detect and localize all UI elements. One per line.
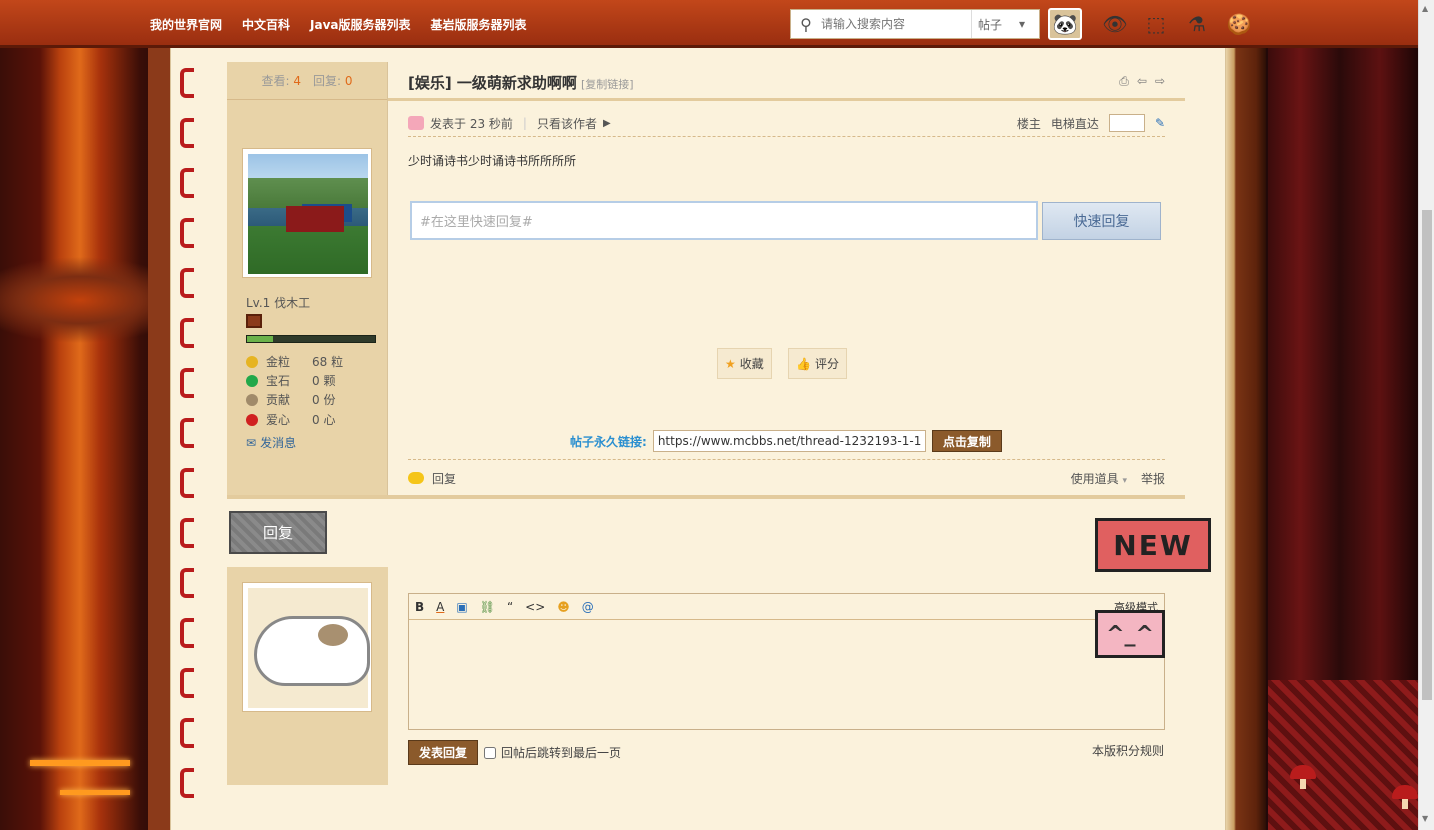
new-badge: NEW [1095,518,1211,572]
jump-last-page-option[interactable]: 回帖后跳转到最后一页 [484,744,621,761]
jump-last-page-checkbox[interactable] [484,746,496,759]
bold-icon[interactable]: B [415,600,424,614]
book-right-edge [1226,48,1266,830]
rate-button[interactable]: 👍 评分 [788,348,847,379]
cube-icon[interactable]: ⬚ [1139,8,1173,40]
thread-title: [娱乐] 一级萌新求助啊啊 [复制链接] [408,74,634,92]
netherrack-decoration [1268,680,1418,830]
post-footer: 回复 使用道具 ▾ 举报 [408,459,1165,496]
scroll-up-arrow-icon[interactable]: ▲ [1422,4,1428,13]
image-icon[interactable]: ▣ [456,600,467,614]
nav-link-bedrock-servers[interactable]: 基岩版服务器列表 [431,16,527,33]
quote-icon[interactable]: “ [507,600,513,614]
nav-link-wiki[interactable]: 中文百科 [242,16,290,33]
emoji-icon[interactable]: ☻ [557,600,570,614]
pig-icon [408,116,424,130]
reply-editor[interactable]: B A ▣ ⛓ “ <> ☻ @ 高级模式 [408,593,1165,730]
quick-reply-input[interactable]: #在这里快速回复# [410,201,1038,240]
my-avatar [242,582,372,712]
font-color-icon[interactable]: A [436,600,444,614]
scroll-down-arrow-icon[interactable]: ▼ [1422,814,1428,823]
prev-thread-icon[interactable]: ⇦ [1137,74,1147,89]
report-link[interactable]: 举报 [1141,470,1165,487]
scrollbar[interactable]: ▲ ▼ [1418,0,1434,830]
rules-link[interactable]: 本版积分规则 [1092,742,1164,759]
author-sidebar: 查看: 4 回复: 0 Lv.1 伐木工 金粒 68 粒 宝石 0 颗 贡献 0 份 … [227,62,388,496]
code-icon[interactable]: <> [525,600,545,614]
nav-link-minecraft[interactable]: 我的世界官网 [150,16,222,33]
search-scope-select[interactable]: 帖子 ▾ [971,10,1031,38]
stat-love: 爱心 0 心 [246,411,335,428]
elevator-label: 电梯直达 [1050,116,1099,131]
post-main: [娱乐] 一级萌新求助啊啊 [复制链接] ⎙ ⇦ ⇨ 发表于 23 秒前 | 只看… [388,62,1185,496]
search-box: ⚲ 帖子 ▾ [790,9,1040,39]
submit-reply-button[interactable]: 发表回复 [408,740,478,765]
nav-link-java-servers[interactable]: Java版服务器列表 [310,16,410,33]
stat-contribution: 贡献 0 份 [246,391,335,408]
reply-link[interactable]: 回复 [432,470,456,487]
permalink-row: 帖子永久链接: 点击复制 [570,430,1002,452]
thumbs-up-icon: 👍 [796,356,811,371]
quick-reply-button[interactable]: 快速回复 [1042,202,1161,240]
eye-icon[interactable]: 👁 [1098,8,1132,40]
search-scope-label: 帖子 [978,17,1003,32]
print-icon[interactable]: ⎙ [1119,74,1129,89]
cookie-icon[interactable]: 🍪 [1222,8,1256,40]
caret-right-icon: ▶ [602,117,611,129]
speech-bubble-icon [408,472,424,484]
permalink-input[interactable] [652,430,926,452]
user-avatar-icon[interactable]: 🐼 [1048,8,1082,40]
use-tool-menu[interactable]: 使用道具 ▾ [1071,470,1127,487]
next-thread-icon[interactable]: ⇨ [1155,74,1165,89]
divider [227,495,1185,499]
lava-decoration [30,760,130,766]
favorite-button[interactable]: ★ 收藏 [717,348,772,379]
scrollbar-thumb[interactable] [1422,210,1432,700]
gold-nugget-icon [246,355,258,368]
search-icon[interactable]: ⚲ [791,10,821,38]
mention-icon[interactable]: @ [582,600,594,614]
title-tools: ⎙ ⇦ ⇨ [1119,74,1165,89]
pink-badge-decoration: ^_^ [1095,610,1165,658]
author-avatar[interactable] [242,148,372,278]
link-icon[interactable]: ⛓ [480,600,495,614]
author-level: Lv.1 伐木工 [246,296,311,310]
post-meta: 发表于 23 秒前 | 只看该作者 ▶ 楼主 电梯直达 ✎ [408,110,1165,137]
only-author-link[interactable]: 只看该作者 [537,115,597,132]
apple-icon [246,413,258,426]
potion-icon[interactable]: ⚗ [1180,8,1214,40]
contribution-icon [246,393,258,406]
stat-gem: 宝石 0 颗 [246,372,335,389]
post-content: 少时诵诗书少时诵诗书所所所所 [408,154,577,168]
chest-icon [246,314,262,328]
copy-permalink-button[interactable]: 点击复制 [931,430,1002,452]
wrench-icon[interactable]: ✎ [1155,116,1165,130]
permalink-label: 帖子永久链接: [570,434,647,449]
views-stat: 查看: 4 [261,74,301,88]
chevron-down-icon: ▾ [1018,17,1025,31]
envelope-icon: ✉ [246,435,257,450]
thread-stats: 查看: 4 回复: 0 [227,62,387,100]
stat-gold: 金粒 68 粒 [246,353,343,370]
nav-links: 我的世界官网 中文百科 Java版服务器列表 基岩版服务器列表 [150,16,527,33]
editor-toolbar: B A ▣ ⛓ “ <> ☻ @ 高级模式 [409,594,1164,620]
copy-link[interactable]: [复制链接] [581,78,634,91]
star-icon: ★ [725,356,736,371]
post-time: 发表于 23 秒前 [430,116,513,131]
floor-jump-input[interactable] [1108,114,1145,132]
emerald-icon [246,374,258,387]
reply-button[interactable]: 回复 [229,511,327,554]
lava-decoration [60,790,130,795]
search-input[interactable] [821,12,971,36]
exp-progress-bar [246,335,376,343]
floor-label: 楼主 [1016,116,1041,131]
divider [388,98,1185,101]
chevron-down-icon: ▾ [1122,475,1127,486]
replies-stat: 回复: 0 [313,74,353,88]
book-spine [180,48,200,830]
send-message-link[interactable]: ✉ 发消息 [246,434,296,451]
reply-sidebar [227,567,388,785]
top-navbar: 我的世界官网 中文百科 Java版服务器列表 基岩版服务器列表 ⚲ 帖子▾ 🐼 … [0,0,1418,48]
